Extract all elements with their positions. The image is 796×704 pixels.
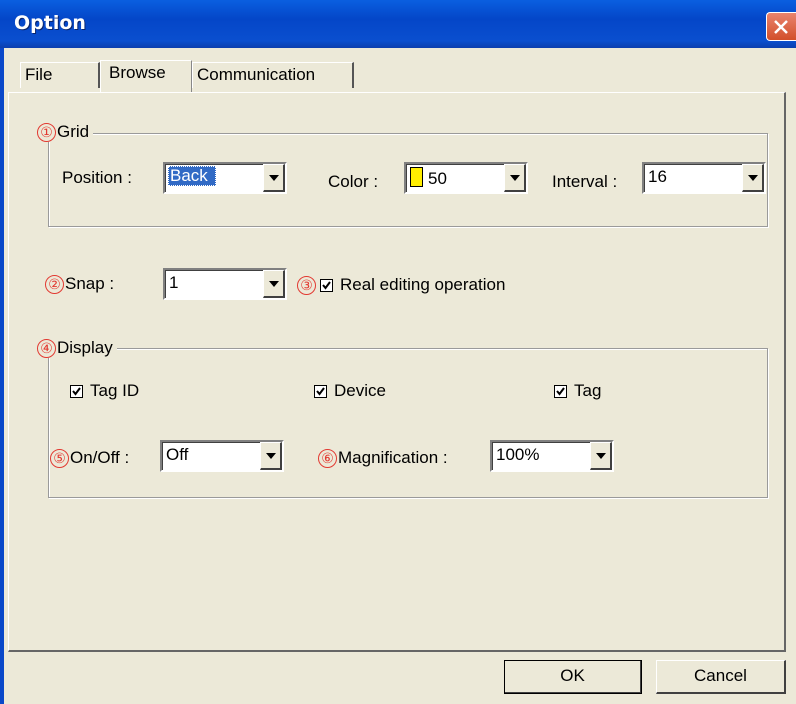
callout-3-wrapper: ③: [297, 275, 317, 296]
tab-communication-label: Communication: [197, 65, 316, 84]
snap-value: 1: [169, 273, 179, 292]
tab-file[interactable]: File: [20, 62, 100, 88]
chevron-down-icon[interactable]: [742, 164, 764, 192]
snap-label-wrapper: ② Snap :: [45, 274, 115, 295]
close-button[interactable]: [766, 12, 796, 41]
checkbox-box[interactable]: [554, 384, 567, 398]
tag-label: Tag: [574, 381, 602, 400]
onoff-label: On/Off :: [70, 448, 130, 467]
device-checkbox[interactable]: Device: [314, 381, 386, 401]
checkmark-icon: [72, 386, 81, 396]
window-title: Option: [14, 12, 86, 34]
magnification-select[interactable]: 100%: [490, 440, 614, 472]
real-editing-label: Real editing operation: [340, 275, 506, 294]
grid-legend-label: Grid: [57, 122, 90, 141]
display-legend-label: Display: [57, 338, 113, 357]
snap-select[interactable]: 1: [163, 268, 287, 300]
checkbox-box[interactable]: [70, 384, 83, 398]
callout-2: ②: [45, 275, 64, 295]
interval-label: Interval :: [552, 172, 618, 191]
callout-3: ③: [297, 276, 316, 296]
display-legend: ④ Display: [37, 338, 117, 359]
position-label: Position :: [62, 168, 132, 187]
callout-5: ⑤: [50, 449, 69, 469]
onoff-value: Off: [166, 445, 189, 464]
tab-browse-label: Browse: [109, 63, 166, 82]
position-value: Back: [168, 166, 216, 186]
interval-value: 16: [648, 167, 667, 186]
title-bar[interactable]: Option: [0, 0, 796, 48]
snap-label: Snap :: [65, 274, 115, 293]
chevron-down-icon[interactable]: [263, 270, 285, 298]
tab-communication[interactable]: Communication: [192, 62, 354, 88]
magnification-label: Magnification :: [338, 448, 448, 467]
onoff-label-wrapper: ⑤ On/Off :: [50, 448, 130, 469]
color-value: 50: [428, 169, 447, 188]
callout-4: ④: [37, 339, 56, 359]
checkbox-box[interactable]: [314, 384, 327, 398]
color-label: Color :: [328, 172, 379, 191]
close-icon: [774, 20, 788, 34]
tag-checkbox[interactable]: Tag: [554, 381, 601, 401]
tag-id-label: Tag ID: [90, 381, 140, 400]
magnification-label-wrapper: ⑥ Magnification :: [318, 448, 448, 469]
chevron-down-icon[interactable]: [260, 442, 282, 470]
checkbox-box[interactable]: [320, 278, 333, 292]
magnification-value: 100%: [496, 445, 540, 464]
color-value-wrapper: 50: [410, 167, 447, 189]
chevron-down-icon[interactable]: [504, 164, 526, 192]
tab-browse[interactable]: Browse: [100, 60, 192, 92]
cancel-button[interactable]: Cancel: [656, 660, 786, 694]
device-label: Device: [334, 381, 386, 400]
interval-select[interactable]: 16: [642, 162, 766, 194]
chevron-down-icon[interactable]: [263, 164, 285, 192]
checkmark-icon: [556, 386, 565, 396]
real-editing-checkbox[interactable]: Real editing operation: [320, 275, 505, 295]
callout-1: ①: [37, 123, 56, 143]
tag-id-checkbox[interactable]: Tag ID: [70, 381, 139, 401]
display-group: [48, 348, 768, 498]
chevron-down-icon[interactable]: [590, 442, 612, 470]
callout-6: ⑥: [318, 449, 337, 469]
grid-legend: ① Grid: [37, 122, 94, 143]
checkmark-icon: [316, 386, 325, 396]
tab-file-label: File: [25, 65, 53, 84]
color-select[interactable]: 50: [404, 162, 528, 194]
onoff-select[interactable]: Off: [160, 440, 284, 472]
checkmark-icon: [322, 280, 331, 290]
cancel-label: Cancel: [694, 666, 747, 685]
ok-button[interactable]: OK: [504, 660, 642, 694]
ok-label: OK: [560, 666, 585, 685]
color-swatch: [410, 167, 423, 187]
position-select[interactable]: Back: [163, 162, 287, 194]
